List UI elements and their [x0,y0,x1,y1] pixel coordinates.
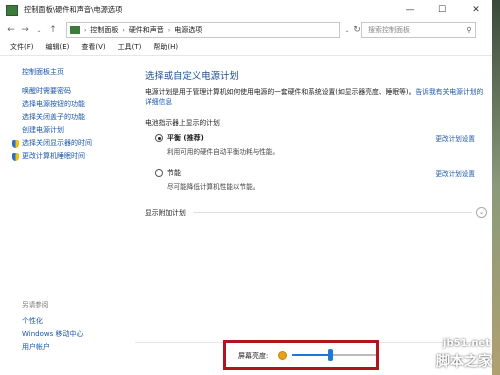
menu-tools[interactable]: 工具(T) [118,42,142,52]
plan-balanced-radio[interactable] [155,134,163,142]
sidebar-item-display-off[interactable]: 选择关闭显示器的时间 [12,137,132,150]
control-panel-icon [6,4,18,16]
plan-balanced-desc: 利用可用的硬件自动平衡功耗与性能。 [167,148,280,156]
see-also-heading: 另请参阅 [22,301,49,309]
brightness-fill [292,354,330,356]
brightness-label: 屏幕亮度: [238,352,269,360]
sidebar-item-sleep-time[interactable]: 更改计算机睡眠时间 [12,150,132,163]
show-additional-plans[interactable]: 显示附加计划 ⌄ [145,206,487,218]
plan-balanced-name[interactable]: 平衡 (推荐) [167,134,204,142]
forward-arrow-icon[interactable]: → [18,25,32,35]
plan-group-label: 电池指示器上显示的计划 [145,119,220,127]
see-also-user-accounts[interactable]: 用户帐户 [22,341,83,354]
address-field[interactable]: › 控制面板 › 硬件和声音 › 电源选项 [66,22,340,38]
plan-balanced: 平衡 (推荐) 更改计划设置 利用可用的硬件自动平衡功耗与性能。 [155,133,485,156]
brightness-highlight: 屏幕亮度: [223,340,379,370]
see-also-personalization[interactable]: 个性化 [22,315,83,328]
menu-edit[interactable]: 编辑(E) [46,42,70,52]
menu-view[interactable]: 查看(V) [81,42,105,52]
plan-saver-radio[interactable] [155,169,163,177]
page-title: 选择或自定义电源计划 [145,71,239,82]
main-content: 选择或自定义电源计划 电源计划是用于管理计算机如何使用电源的一套硬件和系统设置(… [145,66,485,191]
recent-chevron-icon[interactable]: ⌄ [32,27,46,34]
description-text: 电源计划是用于管理计算机如何使用电源的一套硬件和系统设置(如显示器亮度、睡眠等)… [145,88,416,96]
desktop-background [492,0,500,375]
shield-icon [12,139,19,148]
title-bar: 控制面板\硬件和声音\电源选项 — ☐ ✕ [0,0,492,20]
up-arrow-icon[interactable]: ↑ [46,25,60,35]
divider [0,55,492,56]
search-icon[interactable]: ⚲ [463,26,475,34]
search-input[interactable]: 搜索控制面板 ⚲ [361,22,476,38]
sidebar: 控制面板主页 唤醒时需要密码 选择电源按钮的功能 选择关闭盖子的功能 创建电源计… [12,66,132,163]
see-also-section: 另请参阅 个性化 Windows 移动中心 用户帐户 [22,299,83,354]
sidebar-home-link[interactable]: 控制面板主页 [22,66,132,79]
see-also-mobility-center[interactable]: Windows 移动中心 [22,328,83,341]
chevron-right-icon: › [167,26,171,34]
sidebar-item-lid-close[interactable]: 选择关闭盖子的功能 [22,111,132,124]
sidebar-item-power-button[interactable]: 选择电源按钮的功能 [22,98,132,111]
search-placeholder: 搜索控制面板 [368,26,410,34]
sidebar-item-label: 选择关闭显示器的时间 [22,139,92,147]
window-title: 控制面板\硬件和声音\电源选项 [24,5,123,14]
plan-saver-name[interactable]: 节能 [167,169,181,177]
power-options-window: 控制面板\硬件和声音\电源选项 — ☐ ✕ ← → ⌄ ↑ › 控制面板 › 硬… [0,0,493,375]
sidebar-item-label: 更改计算机睡眠时间 [22,152,85,160]
plan-saver-desc: 尽可能降低计算机性能以节能。 [167,183,260,191]
brightness-slider[interactable] [292,349,376,361]
minimize-button[interactable]: — [394,0,426,20]
breadcrumb-control-panel[interactable]: 控制面板 [90,25,118,35]
watermark-url: jb51.net [443,338,490,349]
menu-bar: 文件(F) 编辑(E) 查看(V) 工具(T) 帮助(H) [0,40,492,54]
chevron-right-icon: › [122,26,125,34]
sidebar-item-wake-password[interactable]: 唤醒时需要密码 [22,85,132,98]
address-bar-row: ← → ⌄ ↑ › 控制面板 › 硬件和声音 › 电源选项 ⌄ ↻ 搜索控制面板… [0,20,492,40]
sidebar-item-create-plan[interactable]: 创建电源计划 [22,124,132,137]
plan-saver: 节能 更改计划设置 尽可能降低计算机性能以节能。 [155,168,485,191]
sun-icon [278,351,287,360]
breadcrumb-hardware-sound[interactable]: 硬件和声音 [129,25,164,35]
back-arrow-icon[interactable]: ← [4,25,18,35]
shield-icon [12,152,19,161]
brightness-thumb[interactable] [327,349,333,361]
menu-help[interactable]: 帮助(H) [153,42,178,52]
location-icon [70,26,80,34]
close-button[interactable]: ✕ [460,0,492,20]
page-description: 电源计划是用于管理计算机如何使用电源的一套硬件和系统设置(如显示器亮度、睡眠等)… [145,87,485,107]
plan-saver-change-link[interactable]: 更改计划设置 [435,168,475,178]
divider [193,211,472,213]
expand-chevron-icon[interactable]: ⌄ [476,206,487,218]
menu-file[interactable]: 文件(F) [10,42,34,52]
additional-plans-label: 显示附加计划 [145,209,186,217]
breadcrumb-power-options[interactable]: 电源选项 [174,25,202,35]
maximize-button[interactable]: ☐ [426,0,458,20]
chevron-right-icon: › [84,26,87,34]
watermark-logo: 脚本之家 [436,354,492,370]
plan-balanced-change-link[interactable]: 更改计划设置 [435,133,475,143]
